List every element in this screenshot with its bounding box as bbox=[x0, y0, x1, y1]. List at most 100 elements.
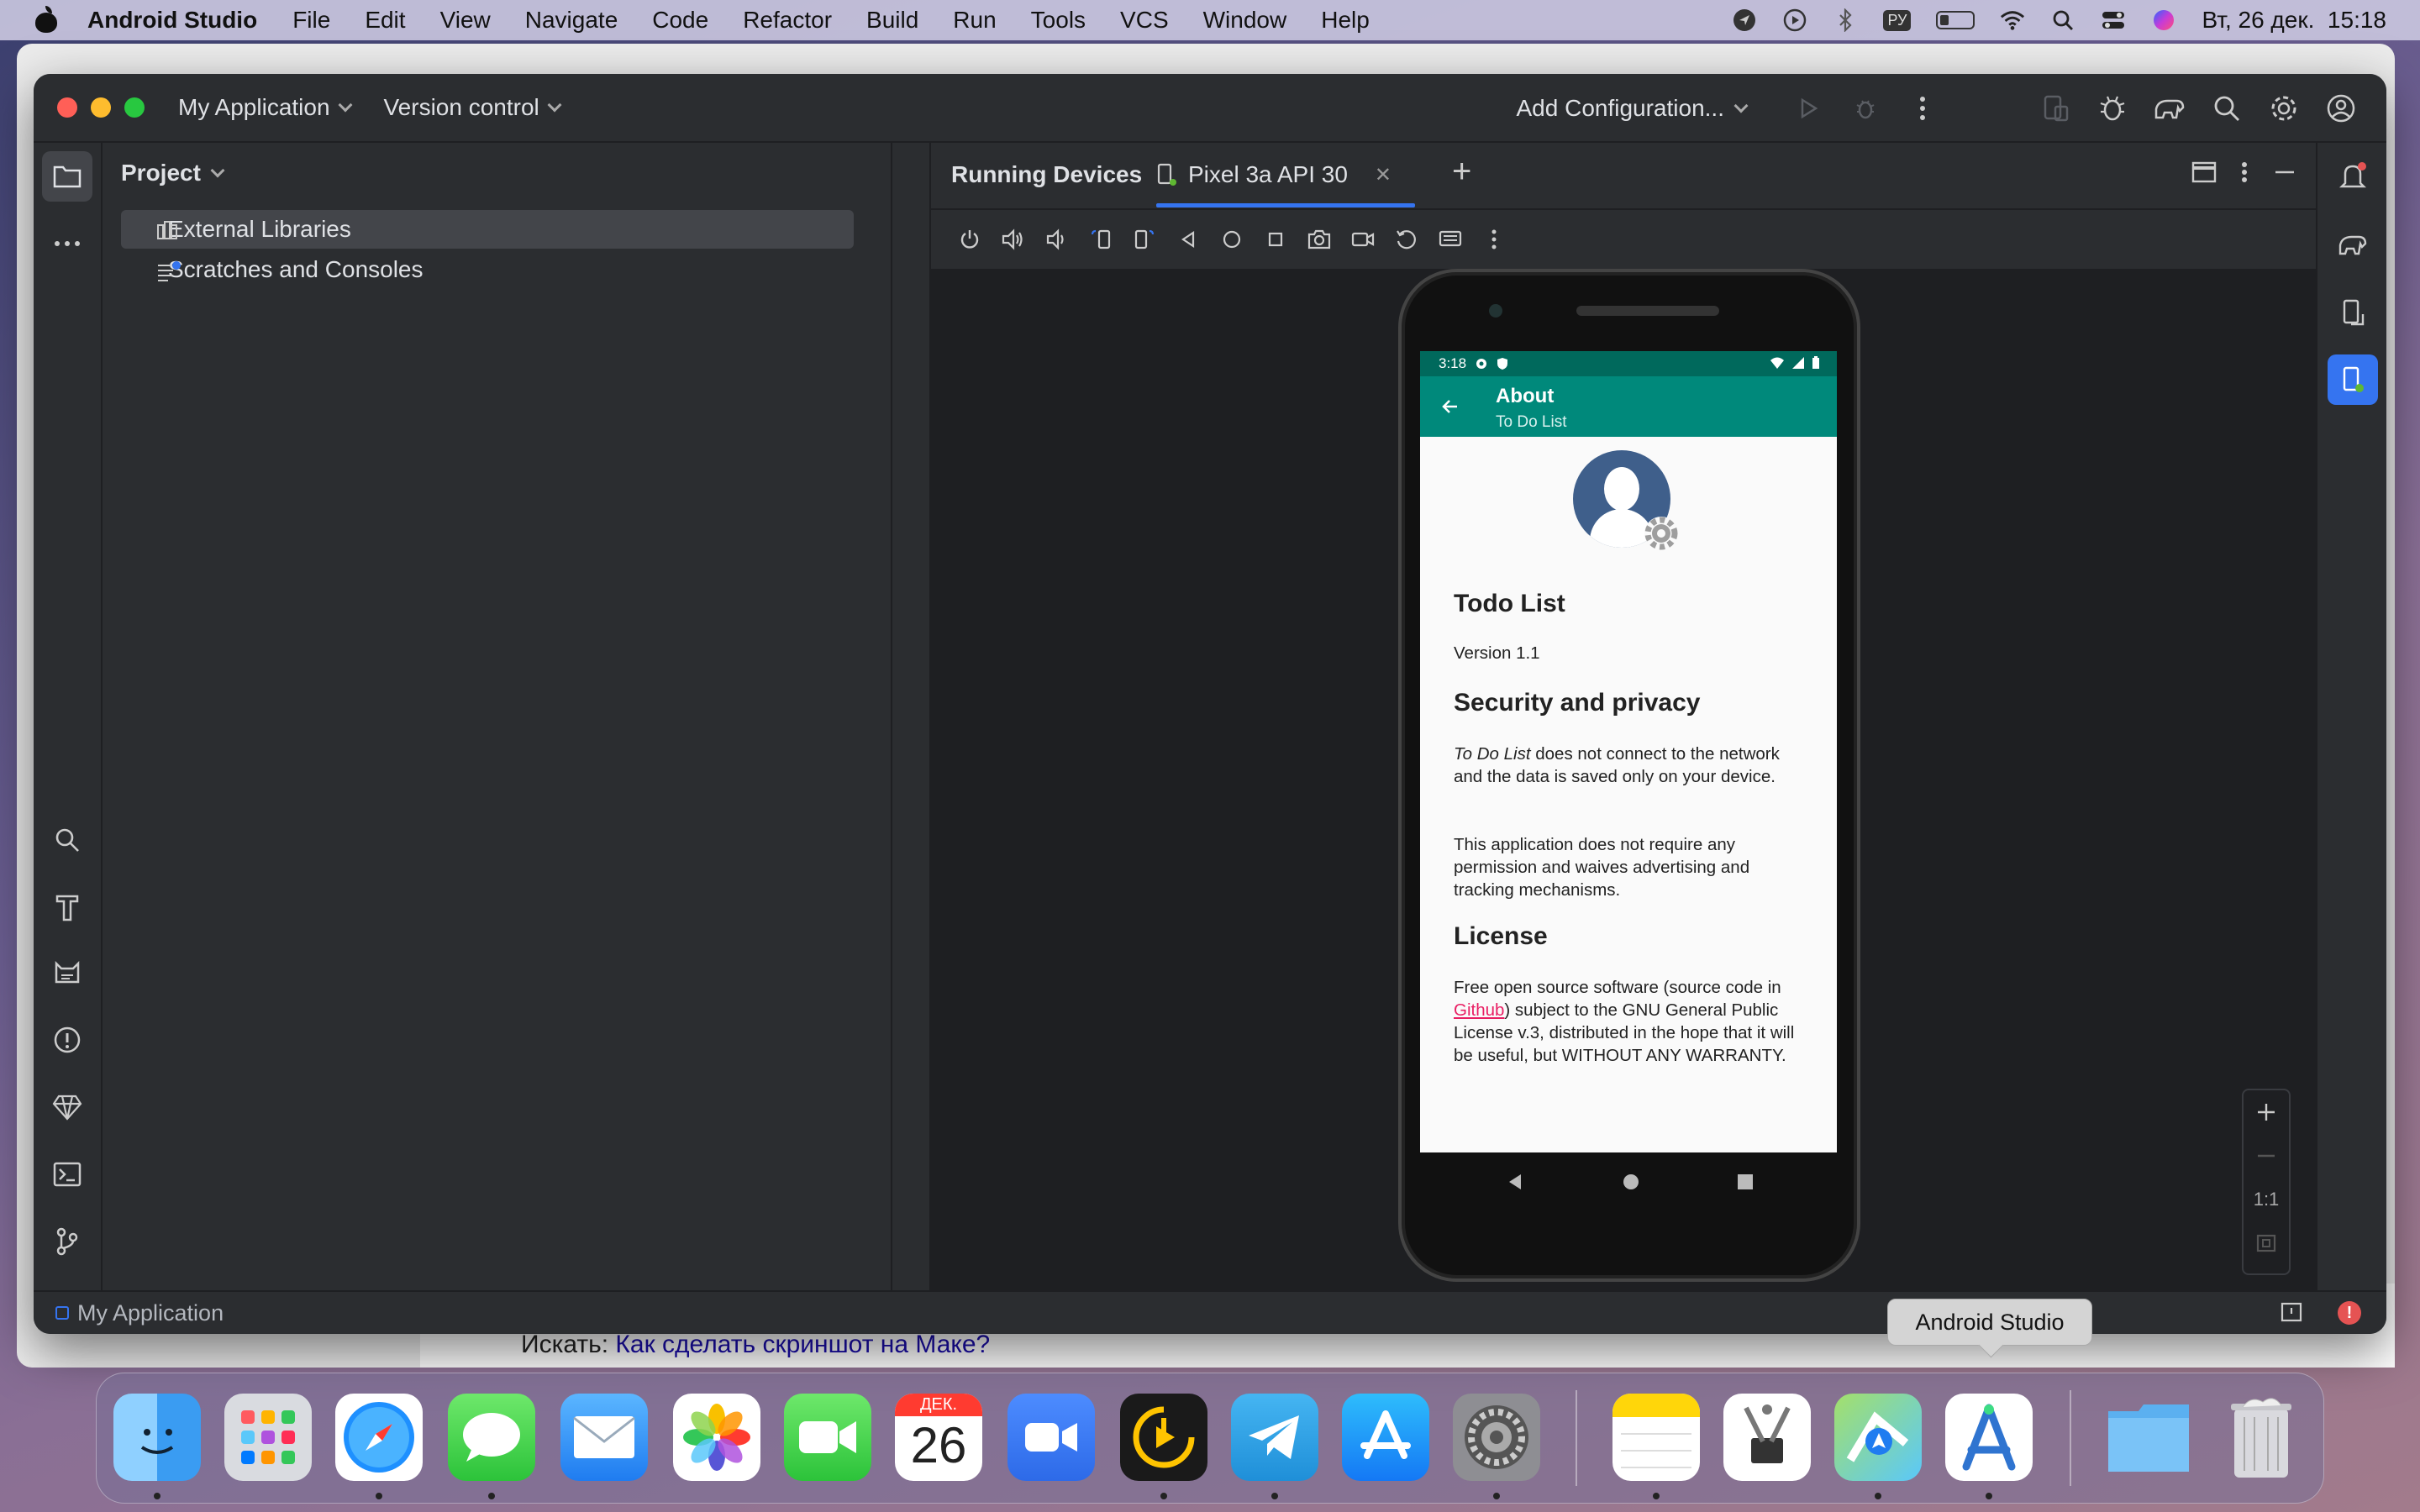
facetime-icon[interactable] bbox=[784, 1394, 871, 1481]
nav-back-icon[interactable] bbox=[1506, 1173, 1524, 1191]
app-store-icon[interactable] bbox=[1342, 1394, 1429, 1481]
screenshot-button[interactable] bbox=[1297, 220, 1341, 259]
telegram-icon[interactable] bbox=[1231, 1394, 1318, 1481]
more-tools-button[interactable] bbox=[42, 218, 92, 269]
more-actions-button[interactable] bbox=[1894, 74, 1951, 143]
wifi-icon[interactable] bbox=[2000, 8, 2025, 33]
bluetooth-icon[interactable] bbox=[1833, 8, 1858, 33]
settings-button[interactable] bbox=[2255, 74, 2312, 143]
rotate-left-button[interactable] bbox=[1079, 220, 1123, 259]
volume-down-button[interactable] bbox=[1035, 220, 1079, 259]
running-devices-tool-button[interactable] bbox=[2328, 354, 2378, 405]
github-link[interactable]: Github bbox=[1454, 1000, 1504, 1020]
sync-gradle-button[interactable] bbox=[2084, 74, 2141, 143]
menu-code[interactable]: Code bbox=[652, 7, 708, 34]
tree-item-external-libraries[interactable]: External Libraries bbox=[121, 210, 854, 249]
run-configuration-selector[interactable]: Add Configuration... bbox=[1517, 95, 1749, 122]
search-everywhere-button[interactable] bbox=[2198, 74, 2255, 143]
messages-icon[interactable] bbox=[448, 1394, 535, 1481]
problems-tool-button[interactable] bbox=[42, 1015, 92, 1065]
more-vertical-icon[interactable] bbox=[2240, 158, 2249, 186]
gradle-button[interactable] bbox=[2141, 74, 2198, 143]
power-button[interactable] bbox=[948, 220, 992, 259]
finder-icon[interactable] bbox=[113, 1394, 201, 1481]
menu-view[interactable]: View bbox=[440, 7, 491, 34]
notifications-button[interactable] bbox=[2328, 151, 2378, 202]
tab-pixel-3a[interactable]: Pixel 3a API 30 ✕ bbox=[1156, 161, 1392, 188]
menu-edit[interactable]: Edit bbox=[365, 7, 405, 34]
zoom-app-icon[interactable] bbox=[1007, 1394, 1095, 1481]
system-settings-icon[interactable] bbox=[1453, 1394, 1540, 1481]
home-button[interactable] bbox=[1210, 220, 1254, 259]
run-button[interactable] bbox=[1780, 74, 1837, 143]
version-control-tool-button[interactable] bbox=[42, 1216, 92, 1267]
notes-icon[interactable] bbox=[1612, 1394, 1700, 1481]
close-window-button[interactable] bbox=[57, 97, 77, 118]
battery-icon[interactable] bbox=[1936, 11, 1975, 29]
add-device-tab-button[interactable]: + bbox=[1452, 153, 1471, 191]
vcs-selector[interactable]: Version control bbox=[384, 94, 562, 121]
menu-help[interactable]: Help bbox=[1321, 7, 1370, 34]
siri-icon[interactable] bbox=[2151, 8, 2176, 33]
menu-vcs[interactable]: VCS bbox=[1120, 7, 1169, 34]
error-indicator-icon[interactable]: ! bbox=[2338, 1301, 2361, 1325]
device-screen[interactable]: 3:18 About To Do List Todo List Version … bbox=[1420, 351, 1837, 1152]
timer-app-icon[interactable] bbox=[1120, 1394, 1207, 1481]
logcat-tool-button[interactable] bbox=[42, 948, 92, 998]
snapshot-button[interactable] bbox=[1385, 220, 1428, 259]
menu-app-name[interactable]: Android Studio bbox=[87, 7, 257, 34]
tree-item-scratches[interactable]: Scratches and Consoles bbox=[121, 250, 854, 289]
android-studio-dock-icon[interactable] bbox=[1945, 1394, 2033, 1481]
system-information-icon[interactable] bbox=[1723, 1394, 1811, 1481]
find-tool-button[interactable] bbox=[42, 815, 92, 865]
gradle-tool-button[interactable] bbox=[2328, 220, 2378, 270]
minimize-window-button[interactable] bbox=[91, 97, 111, 118]
build-tool-button[interactable] bbox=[42, 882, 92, 932]
apple-menu-icon[interactable] bbox=[34, 6, 59, 34]
device-manager-button[interactable] bbox=[2027, 74, 2084, 143]
menu-build[interactable]: Build bbox=[866, 7, 918, 34]
play-circle-icon[interactable] bbox=[1782, 8, 1807, 33]
photos-icon[interactable] bbox=[673, 1394, 760, 1481]
mirror-input-button[interactable] bbox=[1428, 220, 1472, 259]
zoom-fit-button[interactable] bbox=[2244, 1221, 2289, 1265]
search-query-link[interactable]: Как сделать скриншот на Маке? bbox=[615, 1331, 990, 1358]
zoom-in-button[interactable] bbox=[2244, 1090, 2289, 1134]
zoom-window-button[interactable] bbox=[124, 97, 145, 118]
overview-button[interactable] bbox=[1254, 220, 1297, 259]
project-panel-header[interactable]: Project bbox=[121, 160, 225, 186]
layout-icon[interactable] bbox=[2190, 158, 2218, 186]
menu-file[interactable]: File bbox=[292, 7, 330, 34]
project-tool-button[interactable] bbox=[42, 151, 92, 202]
terminal-tool-button[interactable] bbox=[42, 1149, 92, 1200]
device-file-explorer-button[interactable] bbox=[2328, 287, 2378, 338]
minimize-panel-icon[interactable] bbox=[2270, 158, 2299, 186]
mail-icon[interactable] bbox=[560, 1394, 648, 1481]
downloads-folder-icon[interactable] bbox=[2105, 1394, 2192, 1481]
close-tab-icon[interactable]: ✕ bbox=[1375, 163, 1392, 187]
app-quality-tool-button[interactable] bbox=[42, 1082, 92, 1132]
spotlight-search-icon[interactable] bbox=[2050, 8, 2075, 33]
status-project-label[interactable]: My Application bbox=[77, 1300, 224, 1326]
account-button[interactable] bbox=[2312, 74, 2370, 143]
nav-home-icon[interactable] bbox=[1622, 1173, 1640, 1191]
zoom-actual-size-button[interactable]: 1:1 bbox=[2244, 1178, 2289, 1221]
event-log-icon[interactable] bbox=[2279, 1300, 2304, 1326]
menubar-clock[interactable]: Вт, 26 дек. 15:18 bbox=[2202, 7, 2386, 34]
menu-run[interactable]: Run bbox=[953, 7, 996, 34]
volume-up-button[interactable] bbox=[992, 220, 1035, 259]
trash-icon[interactable] bbox=[2217, 1394, 2305, 1481]
menu-navigate[interactable]: Navigate bbox=[525, 7, 618, 34]
nav-recents-icon[interactable] bbox=[1736, 1173, 1754, 1191]
keyboard-layout-badge[interactable]: РУ bbox=[1883, 9, 1912, 31]
control-center-icon[interactable] bbox=[2101, 8, 2126, 33]
more-emulator-options[interactable] bbox=[1472, 220, 1516, 259]
project-selector[interactable]: My Application bbox=[178, 94, 353, 121]
screen-record-button[interactable] bbox=[1341, 220, 1385, 259]
location-icon[interactable] bbox=[1732, 8, 1757, 33]
menu-window[interactable]: Window bbox=[1203, 7, 1287, 34]
maps-icon[interactable] bbox=[1834, 1394, 1922, 1481]
debug-button[interactable] bbox=[1837, 74, 1894, 143]
back-button[interactable] bbox=[1166, 220, 1210, 259]
background-search-suggestion[interactable]: Искать: Как сделать скриншот на Маке? bbox=[521, 1331, 990, 1359]
